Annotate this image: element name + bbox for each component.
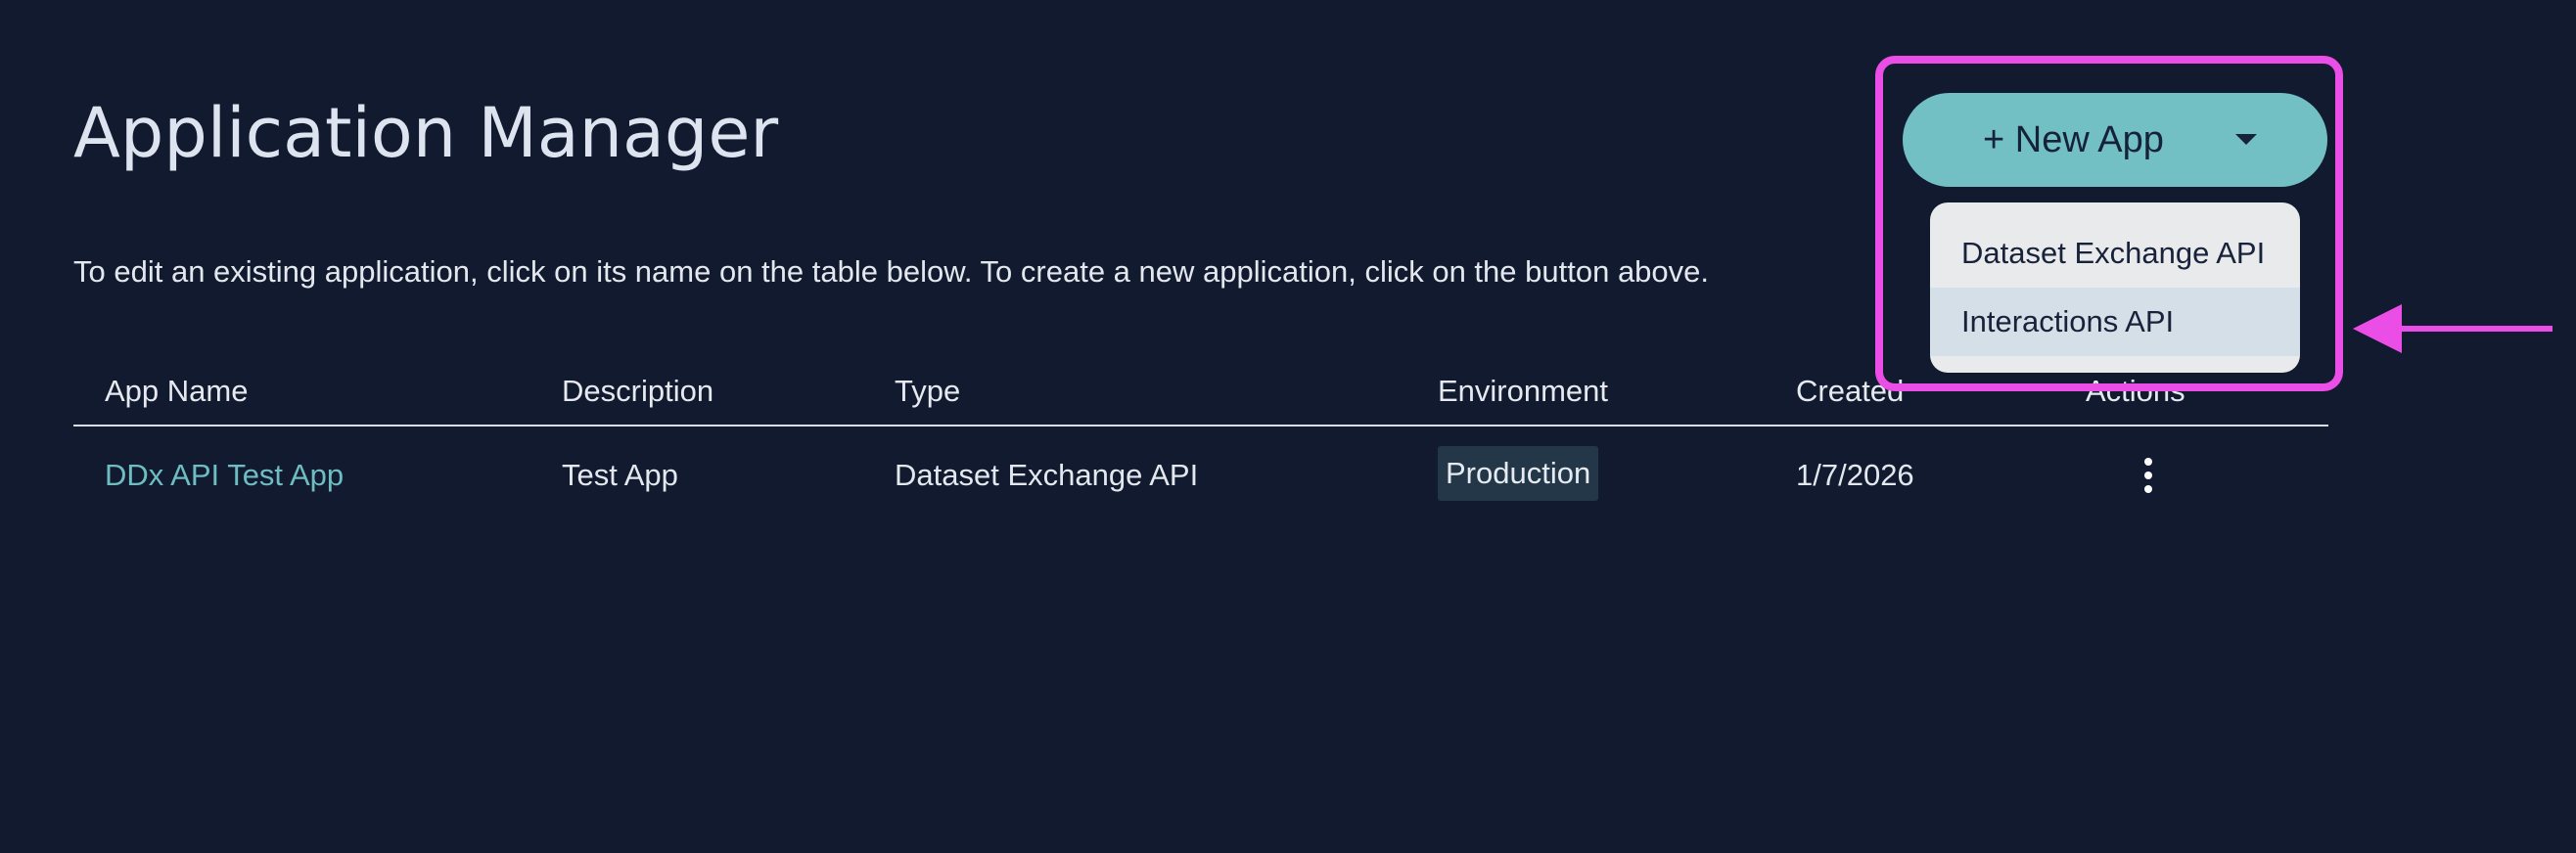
app-description: Test App bbox=[562, 458, 678, 492]
column-header-type: Type bbox=[895, 374, 961, 408]
column-header-environment: Environment bbox=[1438, 374, 1609, 408]
environment-badge: Production bbox=[1438, 446, 1599, 501]
column-header-description: Description bbox=[562, 374, 714, 408]
kebab-menu-icon[interactable] bbox=[2137, 452, 2160, 499]
app-name-link[interactable]: DDx API Test App bbox=[105, 456, 344, 495]
app-type: Dataset Exchange API bbox=[895, 458, 1199, 492]
intro-text: To edit an existing application, click o… bbox=[73, 254, 1710, 289]
page-title: Application Manager bbox=[73, 93, 779, 173]
column-header-app-name: App Name bbox=[105, 374, 249, 408]
annotation-highlight-box bbox=[1875, 56, 2343, 391]
created-date: 1/7/2026 bbox=[1796, 458, 1914, 492]
table-row: DDx API Test App Test App Dataset Exchan… bbox=[73, 446, 2328, 505]
annotation-arrow-icon bbox=[2353, 304, 2553, 353]
